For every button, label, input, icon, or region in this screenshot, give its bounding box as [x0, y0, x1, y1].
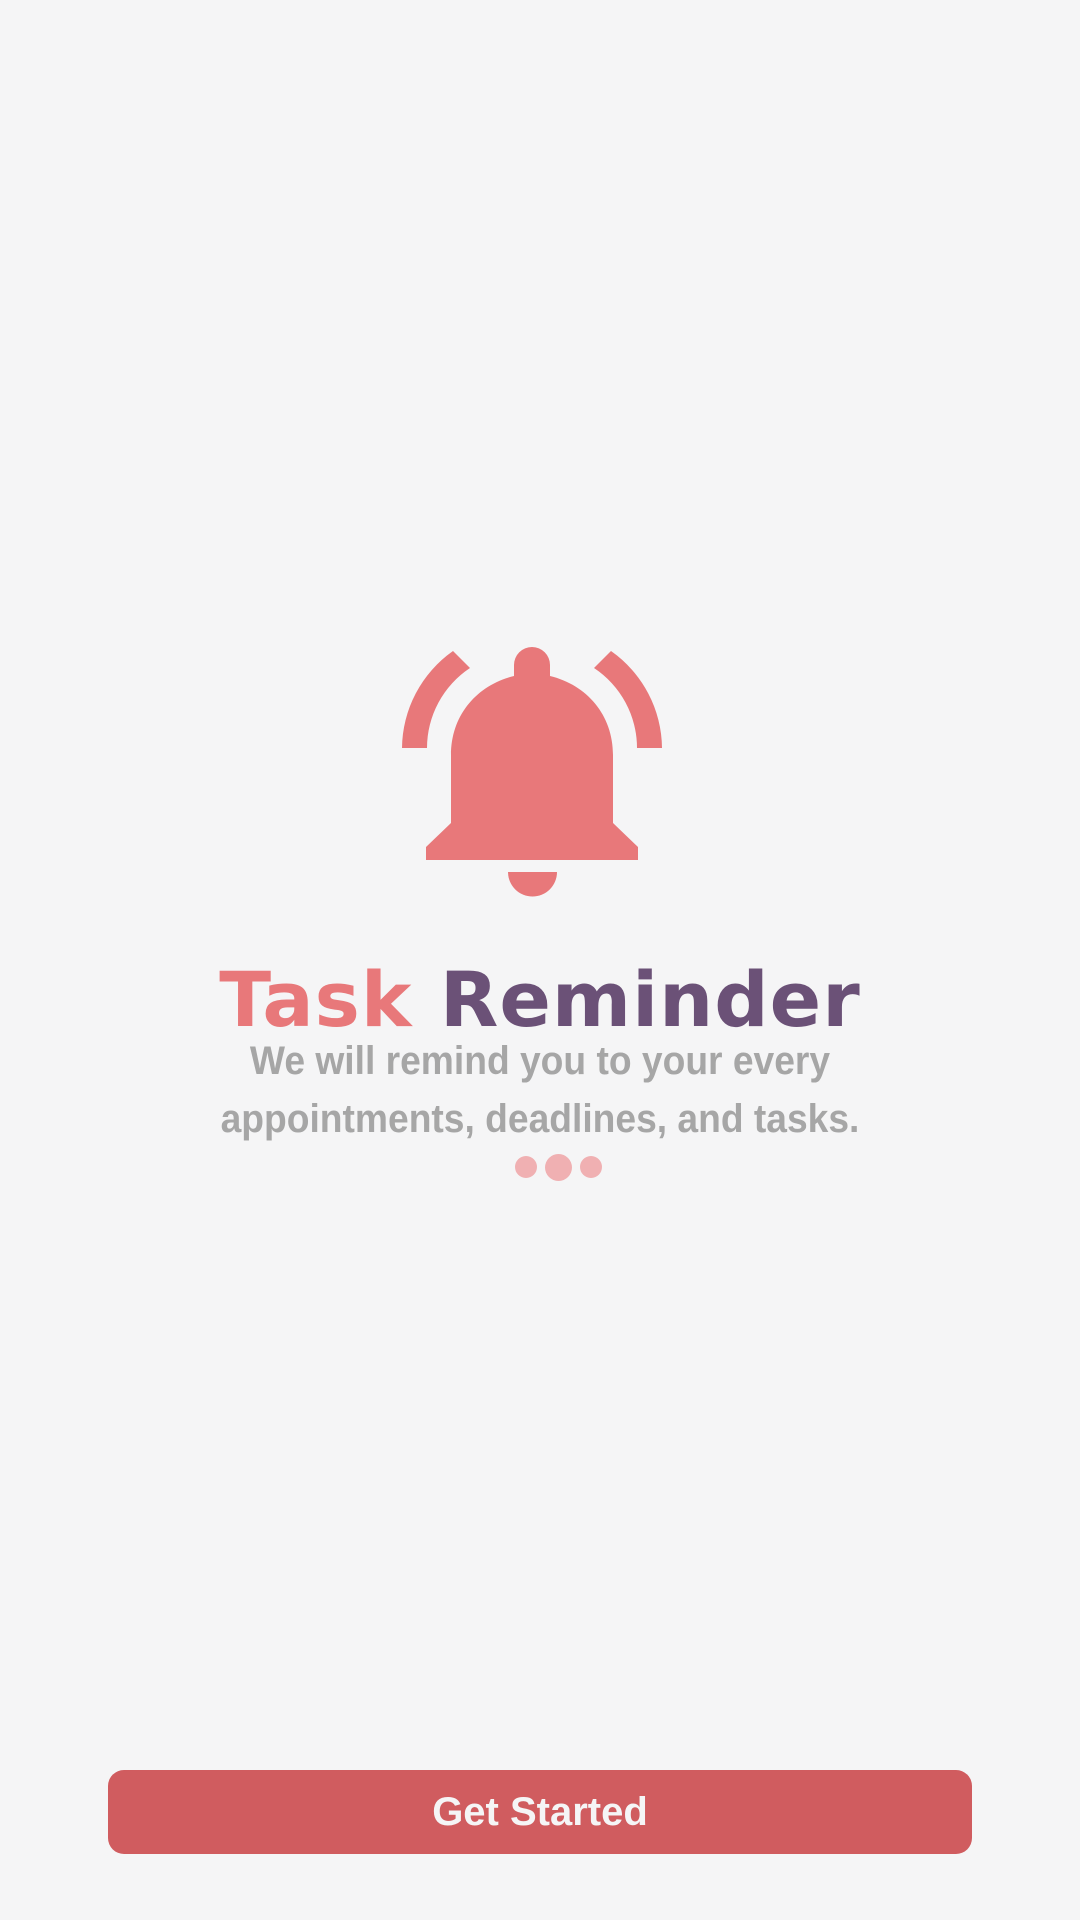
page-dot — [514, 1156, 537, 1178]
title-word-task: Task — [219, 955, 413, 1044]
bell-ringing-icon — [402, 647, 662, 897]
get-started-button[interactable]: Get Started — [108, 1770, 972, 1854]
page-indicator — [0, 1152, 1080, 1182]
page-dot — [579, 1156, 602, 1178]
page-dot-active — [544, 1153, 572, 1181]
title-word-reminder: Reminder — [439, 955, 861, 1044]
app-subtitle: We will remind you to your every appoint… — [220, 1039, 860, 1141]
